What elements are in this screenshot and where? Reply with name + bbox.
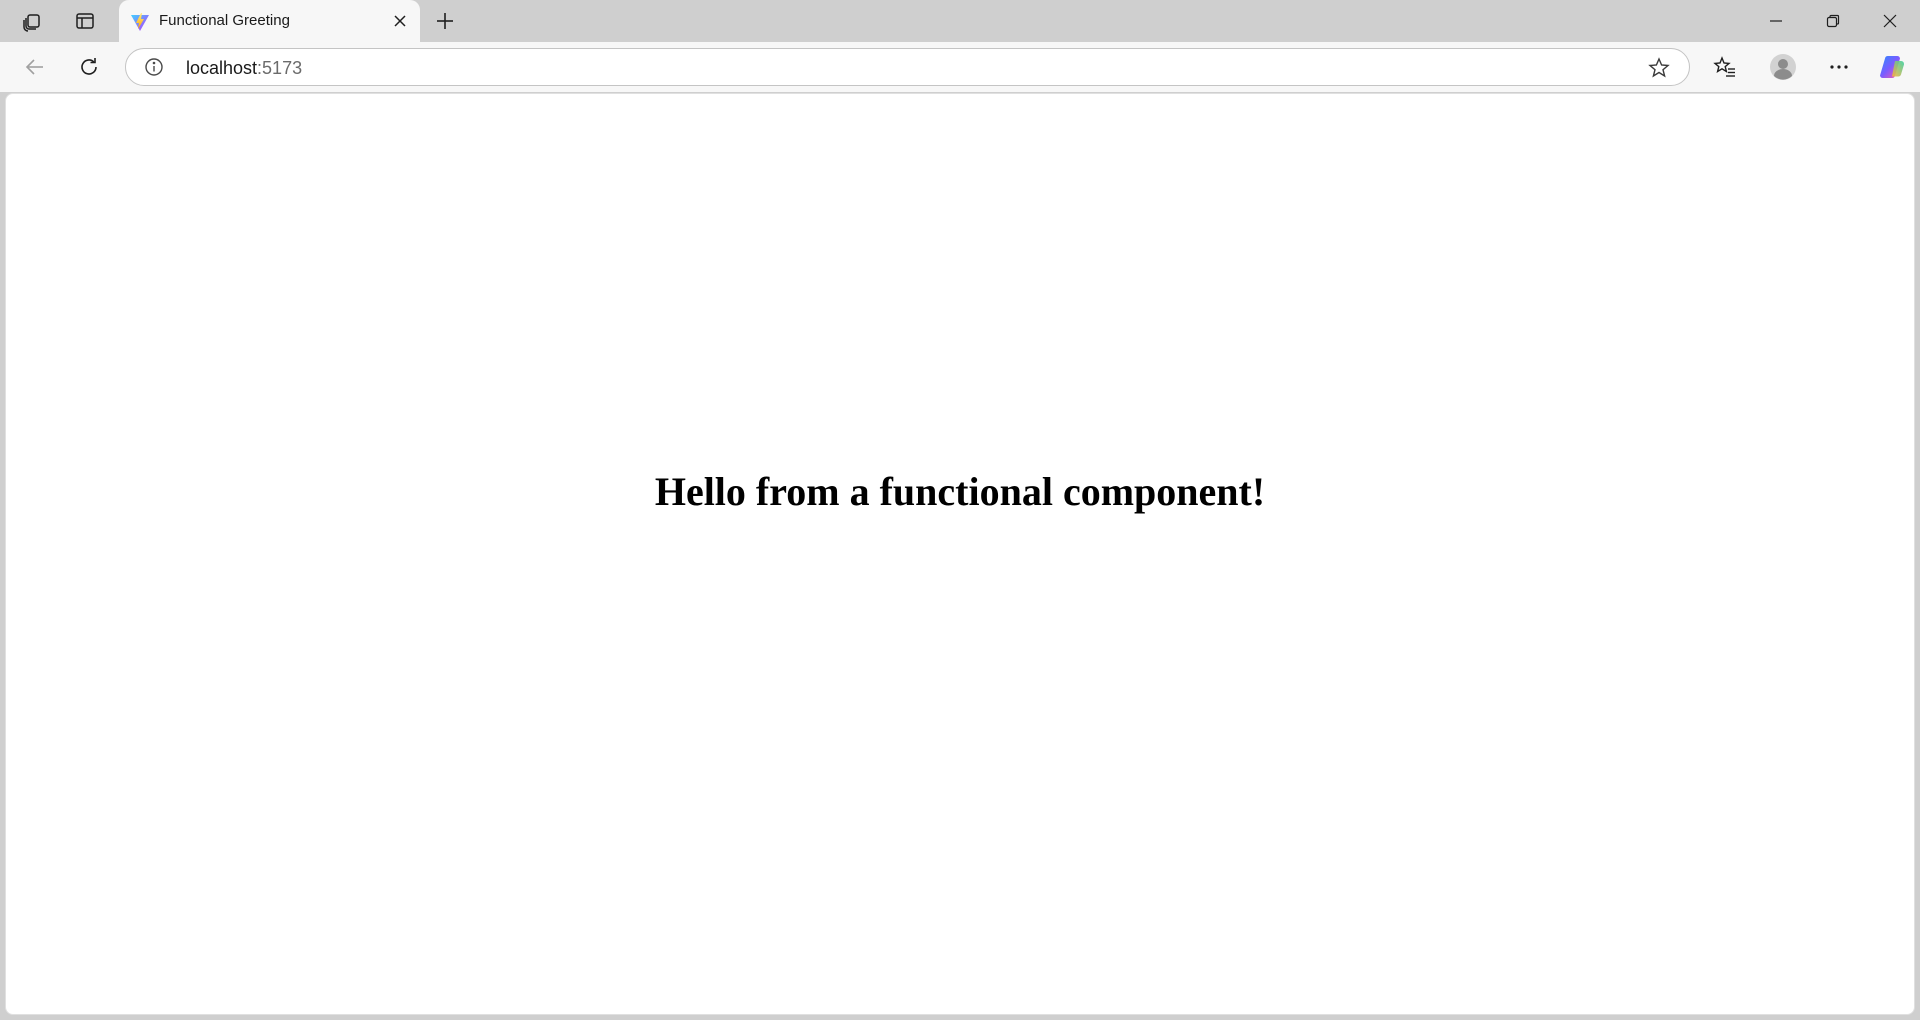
more-button[interactable] bbox=[1819, 49, 1859, 85]
restore-icon bbox=[1826, 14, 1840, 28]
more-icon bbox=[1830, 65, 1848, 69]
avatar-icon bbox=[1770, 54, 1796, 80]
copilot-button[interactable] bbox=[1873, 49, 1913, 85]
minimize-icon bbox=[1770, 20, 1782, 22]
info-icon[interactable] bbox=[144, 57, 164, 77]
copilot-icon bbox=[1880, 55, 1905, 79]
close-icon[interactable] bbox=[388, 9, 412, 33]
profile-button[interactable] bbox=[1763, 49, 1803, 85]
plus-icon bbox=[437, 13, 453, 29]
url-host: localhost bbox=[186, 58, 258, 78]
tab-title: Functional Greeting bbox=[159, 12, 290, 29]
vite-logo-icon bbox=[131, 13, 149, 31]
back-button[interactable] bbox=[15, 49, 55, 85]
minimize-button[interactable] bbox=[1748, 0, 1804, 42]
tab-functional-greeting[interactable]: Functional Greeting bbox=[119, 0, 420, 42]
refresh-button[interactable] bbox=[69, 49, 109, 85]
tab-strip: Functional Greeting bbox=[0, 0, 1920, 42]
address-bar[interactable]: localhost:5173 bbox=[125, 48, 1690, 86]
close-icon bbox=[1883, 14, 1897, 28]
favorites-icon bbox=[1713, 56, 1735, 77]
page-viewport: Hello from a functional component! bbox=[5, 93, 1915, 1015]
new-tab-button[interactable] bbox=[424, 5, 466, 37]
star-icon[interactable] bbox=[1647, 56, 1671, 80]
back-arrow-icon bbox=[25, 59, 43, 75]
favorites-button[interactable] bbox=[1705, 49, 1745, 85]
refresh-icon bbox=[81, 58, 97, 75]
browser-toolbar: localhost:5173 bbox=[0, 42, 1920, 92]
workspaces-icon[interactable] bbox=[11, 5, 53, 37]
url-port: :5173 bbox=[257, 58, 303, 78]
close-window-button[interactable] bbox=[1862, 0, 1918, 42]
page-heading: Hello from a functional component! bbox=[654, 469, 1266, 514]
tab-actions-icon[interactable] bbox=[64, 5, 106, 37]
url-text[interactable]: localhost:5173 bbox=[186, 58, 302, 79]
restore-button[interactable] bbox=[1805, 0, 1861, 42]
